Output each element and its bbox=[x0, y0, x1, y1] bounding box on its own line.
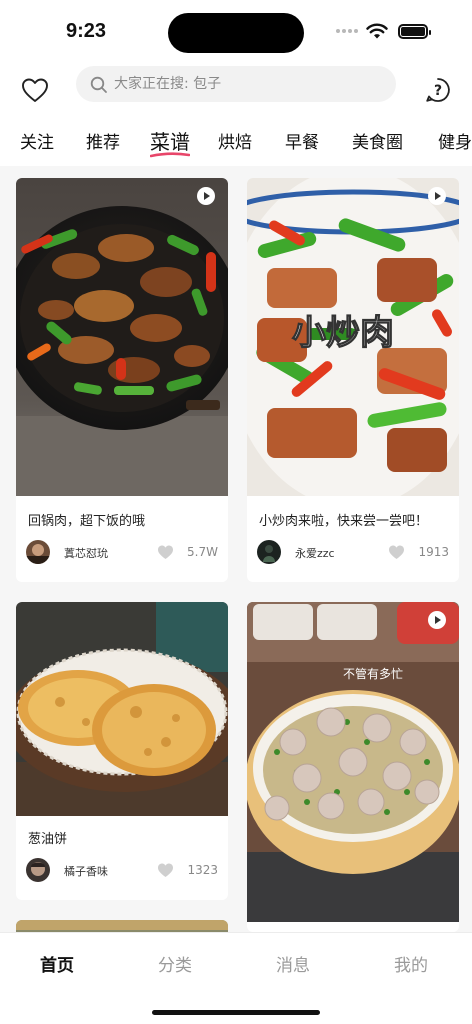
tab-following[interactable]: 关注 bbox=[20, 128, 54, 153]
recipe-card-meta: 永爱zzc 1913 bbox=[257, 540, 449, 564]
top-header: ? bbox=[0, 62, 472, 118]
author-name[interactable]: 橘子香味 bbox=[64, 863, 108, 879]
likes-count: 1913 bbox=[418, 545, 449, 559]
heart-outline-icon[interactable] bbox=[20, 76, 50, 104]
author-name[interactable]: 永爱zzc bbox=[295, 545, 335, 561]
likes-count: 1323 bbox=[187, 863, 218, 877]
battery-icon bbox=[398, 24, 431, 39]
like-counter[interactable]: 1913 bbox=[385, 544, 449, 560]
recipe-image-meatball-soup: 不管有多忙 bbox=[247, 602, 459, 922]
help-circle-icon[interactable]: ? bbox=[424, 76, 452, 104]
recipe-image-scallion-pancake bbox=[16, 602, 228, 816]
tab-breakfast[interactable]: 早餐 bbox=[285, 128, 319, 153]
recipe-card[interactable]: 回锅肉，超下饭的哦 蒖芯怼玧 5.7W bbox=[16, 178, 228, 582]
tab-fitness[interactable]: 健身 bbox=[438, 128, 472, 153]
recipe-card[interactable]: 不管有多忙 bbox=[247, 602, 459, 932]
recipe-card-meta: 橘子香味 1323 bbox=[26, 858, 218, 882]
video-play-icon[interactable] bbox=[427, 186, 447, 206]
home-indicator[interactable] bbox=[152, 1010, 320, 1015]
heart-icon[interactable] bbox=[157, 544, 174, 560]
avatar[interactable] bbox=[26, 858, 50, 882]
heart-icon[interactable] bbox=[157, 862, 174, 878]
heart-icon[interactable] bbox=[388, 544, 405, 560]
search-input[interactable] bbox=[76, 66, 396, 102]
nav-home[interactable]: 首页 bbox=[40, 951, 74, 976]
search-icon bbox=[90, 76, 107, 93]
likes-count: 5.7W bbox=[187, 545, 218, 559]
active-tab-underline bbox=[150, 152, 190, 158]
nav-messages[interactable]: 消息 bbox=[276, 951, 310, 976]
author-name[interactable]: 蒖芯怼玧 bbox=[64, 545, 108, 561]
recipe-card[interactable] bbox=[16, 920, 228, 932]
tab-recipes[interactable]: 菜谱 bbox=[150, 126, 190, 155]
video-play-icon[interactable] bbox=[196, 186, 216, 206]
recipe-image-twice-cooked-pork bbox=[16, 178, 228, 496]
nav-profile[interactable]: 我的 bbox=[394, 951, 428, 976]
like-counter[interactable]: 1323 bbox=[154, 862, 218, 878]
recipe-image-stir-fried-pork: 小炒肉 bbox=[247, 178, 459, 496]
recipe-feed[interactable]: 回锅肉，超下饭的哦 蒖芯怼玧 5.7W 小炒肉 小炒肉来啦，快来尝一尝吧！ 永爱… bbox=[0, 166, 472, 932]
svg-text:?: ? bbox=[434, 83, 442, 99]
tab-food-circle[interactable]: 美食圈 bbox=[352, 128, 403, 153]
like-counter[interactable]: 5.7W bbox=[154, 544, 218, 560]
recipe-card[interactable]: 葱油饼 橘子香味 1323 bbox=[16, 602, 228, 900]
dynamic-island bbox=[168, 13, 304, 53]
overlay-text: 小炒肉 bbox=[292, 313, 394, 353]
avatar[interactable] bbox=[26, 540, 50, 564]
recipe-card-title: 葱油饼 bbox=[28, 832, 68, 847]
recipe-card[interactable]: 小炒肉 小炒肉来啦，快来尝一尝吧！ 永爱zzc 1913 bbox=[247, 178, 459, 582]
nav-categories[interactable]: 分类 bbox=[158, 951, 192, 976]
recipe-image bbox=[16, 920, 228, 932]
wifi-icon bbox=[366, 23, 388, 39]
status-bar: 9:23 bbox=[0, 0, 472, 62]
category-tabs: 关注 推荐 菜谱 烘焙 早餐 美食圈 健身 bbox=[0, 118, 472, 166]
tab-baking[interactable]: 烘焙 bbox=[218, 128, 252, 153]
overlay-text: 不管有多忙 bbox=[343, 666, 403, 681]
tab-recommended[interactable]: 推荐 bbox=[86, 128, 120, 153]
recipe-card-title: 回锅肉，超下饭的哦 bbox=[28, 514, 146, 529]
cellular-signal-icon bbox=[336, 29, 360, 35]
avatar[interactable] bbox=[257, 540, 281, 564]
video-play-icon[interactable] bbox=[427, 610, 447, 630]
recipe-card-meta: 蒖芯怼玧 5.7W bbox=[26, 540, 218, 564]
status-time: 9:23 bbox=[66, 20, 107, 42]
recipe-card-title: 小炒肉来啦，快来尝一尝吧！ bbox=[259, 514, 429, 529]
